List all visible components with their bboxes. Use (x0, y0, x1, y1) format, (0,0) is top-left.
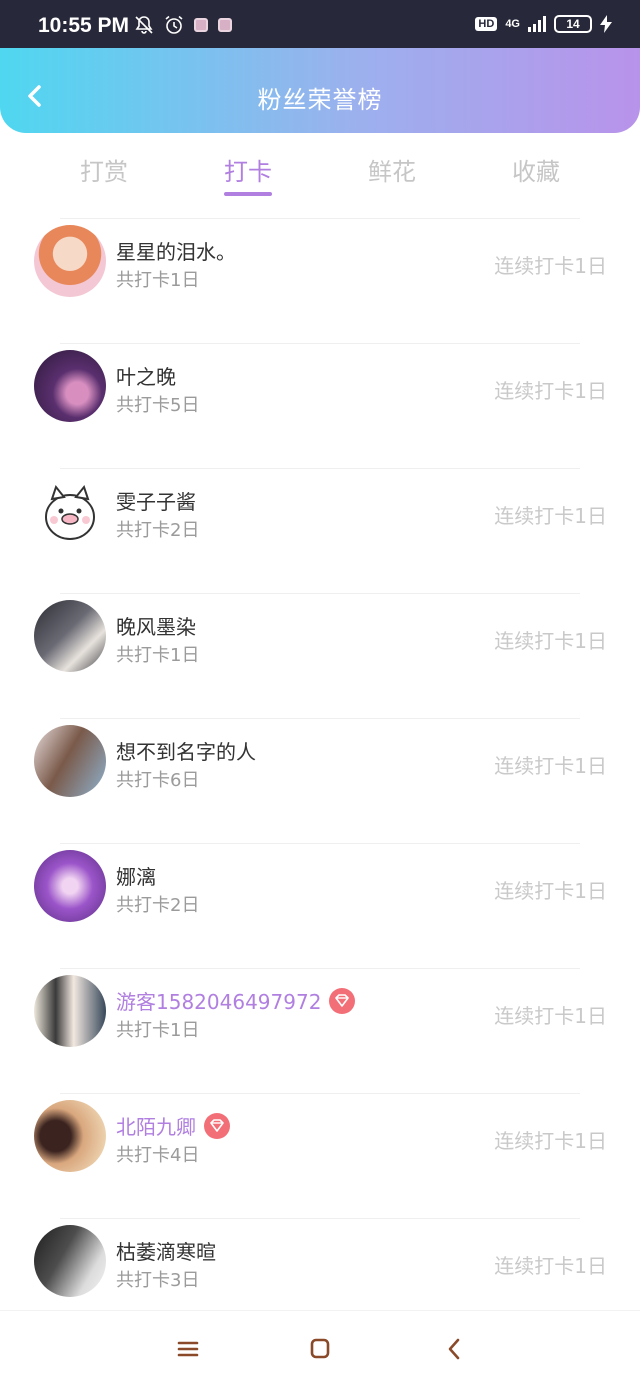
tab-flowers[interactable]: 鲜花 (320, 140, 464, 204)
avatar[interactable] (34, 725, 106, 797)
total-checkin: 共打卡1日 (116, 1020, 200, 1041)
streak-checkin: 连续打卡1日 (494, 379, 607, 403)
user-name-text: 北陌九卿 (116, 1115, 196, 1139)
streak-checkin: 连续打卡1日 (494, 254, 607, 278)
menu-icon (177, 1341, 199, 1357)
user-name: 枯萎滴寒暄 (116, 1240, 216, 1264)
divider (60, 1218, 580, 1219)
divider (60, 343, 580, 344)
avatar[interactable] (34, 850, 106, 922)
total-checkin: 共打卡4日 (116, 1145, 200, 1166)
avatar[interactable] (34, 225, 106, 297)
streak-checkin: 连续打卡1日 (494, 504, 607, 528)
total-checkin: 共打卡1日 (116, 645, 200, 666)
charging-icon (600, 15, 612, 33)
streak-checkin: 连续打卡1日 (494, 879, 607, 903)
network-type: 4G (505, 17, 520, 30)
pig-avatar-icon (45, 484, 95, 540)
streak-checkin: 连续打卡1日 (494, 629, 607, 653)
streak-checkin: 连续打卡1日 (494, 1004, 607, 1028)
tab-label: 打卡 (224, 158, 272, 186)
streak-checkin: 连续打卡1日 (494, 1254, 607, 1278)
tab-favorites[interactable]: 收藏 (464, 140, 608, 204)
app-notification-icon (194, 18, 208, 32)
tab-label: 打赏 (80, 158, 128, 186)
menu-button[interactable] (174, 1337, 202, 1361)
total-checkin: 共打卡2日 (116, 895, 200, 916)
list-item[interactable]: 想不到名字的人 共打卡6日 连续打卡1日 (0, 718, 640, 843)
list-item[interactable]: 晚风墨染 共打卡1日 连续打卡1日 (0, 593, 640, 718)
total-checkin: 共打卡5日 (116, 395, 200, 416)
total-checkin: 共打卡2日 (116, 520, 200, 541)
list-item[interactable]: 游客1582046497972 共打卡1日 连续打卡1日 (0, 968, 640, 1093)
avatar[interactable] (34, 600, 106, 672)
diamond-vip-icon (329, 987, 356, 1014)
user-name: 游客1582046497972 (116, 986, 356, 1017)
list-item[interactable]: 雯子子酱 共打卡2日 连续打卡1日 (0, 468, 640, 593)
list-item[interactable]: 星星的泪水。 共打卡1日 连续打卡1日 (0, 218, 640, 343)
divider (60, 1093, 580, 1094)
divider (60, 468, 580, 469)
divider (60, 718, 580, 719)
fan-list: 星星的泪水。 共打卡1日 连续打卡1日 叶之晚 共打卡5日 连续打卡1日 雯子子… (0, 218, 640, 1343)
avatar[interactable] (34, 1225, 106, 1297)
streak-checkin: 连续打卡1日 (494, 1129, 607, 1153)
total-checkin: 共打卡3日 (116, 1270, 200, 1291)
avatar[interactable] (34, 975, 106, 1047)
divider (60, 218, 580, 219)
active-tab-indicator (224, 192, 272, 196)
avatar[interactable] (34, 350, 106, 422)
tab-reward[interactable]: 打赏 (32, 140, 176, 204)
list-item[interactable]: 北陌九卿 共打卡4日 连续打卡1日 (0, 1093, 640, 1218)
home-square-icon (310, 1338, 330, 1359)
signal-icon (528, 16, 546, 32)
user-name-text: 游客1582046497972 (116, 990, 322, 1014)
user-name: 娜漓 (116, 865, 156, 889)
list-item[interactable]: 娜漓 共打卡2日 连续打卡1日 (0, 843, 640, 968)
battery-indicator: 14 (554, 15, 592, 33)
tab-checkin[interactable]: 打卡 (176, 140, 320, 204)
streak-checkin: 连续打卡1日 (494, 754, 607, 778)
tab-label: 鲜花 (368, 158, 416, 186)
home-button[interactable] (306, 1337, 334, 1361)
user-name: 雯子子酱 (116, 490, 196, 514)
hd-badge: HD (475, 17, 498, 31)
avatar[interactable] (34, 1100, 106, 1172)
alarm-icon (165, 15, 183, 34)
system-nav-bar (0, 1310, 640, 1387)
status-time: 10:55 PM (38, 14, 130, 37)
divider (60, 593, 580, 594)
divider (60, 843, 580, 844)
user-name: 晚风墨染 (116, 615, 196, 639)
total-checkin: 共打卡6日 (116, 770, 200, 791)
back-chevron-icon (448, 1338, 460, 1360)
page-title: 粉丝荣誉榜 (257, 86, 383, 114)
tab-bar: 打赏 打卡 鲜花 收藏 (32, 140, 608, 204)
total-checkin: 共打卡1日 (116, 270, 200, 291)
user-name: 北陌九卿 (116, 1111, 230, 1142)
tab-label: 收藏 (512, 158, 560, 186)
user-name: 叶之晚 (116, 365, 176, 389)
bell-off-icon (135, 16, 153, 34)
user-name: 星星的泪水。 (116, 240, 236, 264)
avatar[interactable] (34, 475, 106, 547)
app-notification-icon (218, 18, 232, 32)
system-back-button[interactable] (440, 1337, 468, 1361)
diamond-vip-icon (204, 1112, 230, 1139)
divider (60, 968, 580, 969)
status-bar: 10:55 PM HD 4G 14 (0, 0, 640, 48)
header: 10:55 PM HD 4G 14 粉丝荣誉榜 (0, 0, 640, 133)
user-name: 想不到名字的人 (116, 740, 256, 764)
list-item[interactable]: 叶之晚 共打卡5日 连续打卡1日 (0, 343, 640, 468)
